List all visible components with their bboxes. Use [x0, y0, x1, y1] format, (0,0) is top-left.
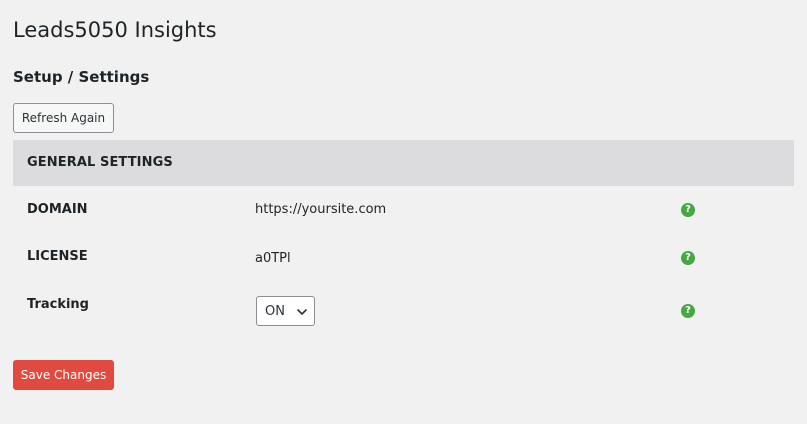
domain-label: DOMAIN — [27, 202, 88, 217]
tracking-select[interactable]: ON — [256, 296, 315, 326]
general-settings-table: GENERAL SETTINGS DOMAIN https://yoursite… — [13, 140, 794, 335]
domain-value: https://yoursite.com — [255, 202, 387, 217]
license-value: a0TPl — [255, 251, 291, 266]
chevron-down-icon — [297, 309, 307, 315]
table-header: GENERAL SETTINGS — [13, 140, 794, 186]
tracking-help-icon[interactable]: ? — [681, 304, 695, 318]
refresh-button[interactable]: Refresh Again — [13, 103, 114, 133]
domain-help-icon[interactable]: ? — [681, 203, 695, 217]
settings-page: Leads5050 Insights Setup / Settings Refr… — [0, 0, 807, 424]
page-title: Leads5050 Insights — [13, 18, 217, 42]
save-changes-button[interactable]: Save Changes — [13, 360, 114, 390]
tracking-select-value: ON — [265, 304, 285, 319]
section-title: Setup / Settings — [13, 68, 150, 86]
tracking-label: Tracking — [27, 297, 89, 312]
table-header-label: GENERAL SETTINGS — [27, 155, 173, 170]
license-label: LICENSE — [27, 249, 88, 264]
license-help-icon[interactable]: ? — [681, 251, 695, 265]
